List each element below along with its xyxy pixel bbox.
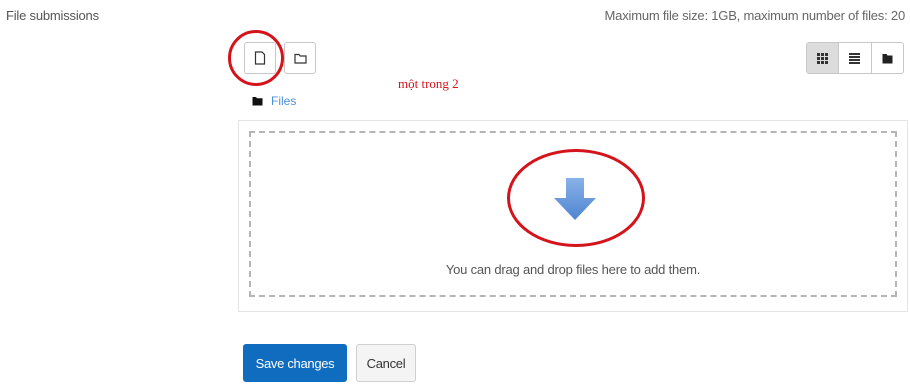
- tree-icon: [882, 53, 893, 63]
- list-icon: [849, 52, 861, 64]
- folder-icon: [252, 97, 263, 106]
- file-limits-text: Maximum file size: 1GB, maximum number o…: [604, 8, 906, 23]
- view-icons-button[interactable]: [807, 43, 840, 73]
- dropzone-message: You can drag and drop files here to add …: [445, 262, 701, 277]
- highlight-circle-dropzone: [507, 149, 645, 247]
- file-path-breadcrumb: Files: [252, 94, 296, 108]
- create-folder-button[interactable]: [284, 42, 316, 74]
- save-changes-button[interactable]: Save changes: [243, 344, 347, 382]
- folder-icon: [293, 53, 307, 64]
- annotation-note: một trong 2: [398, 76, 459, 91]
- view-mode-group: [806, 42, 904, 74]
- cancel-button[interactable]: Cancel: [356, 344, 416, 382]
- files-folder-link[interactable]: Files: [271, 94, 296, 108]
- view-tree-button[interactable]: [872, 43, 903, 73]
- highlight-circle-add-file: [228, 30, 284, 86]
- grid-icon: [817, 52, 829, 64]
- file-submissions-label: File submissions: [6, 8, 99, 23]
- view-list-button[interactable]: [839, 43, 872, 73]
